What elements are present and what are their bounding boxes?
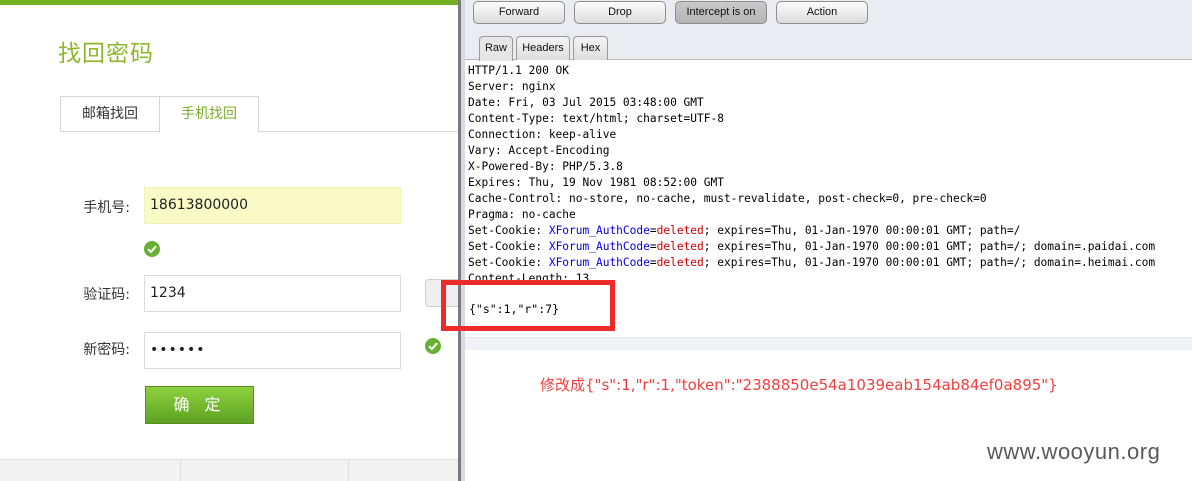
response-line: Cache-Control: no-store, no-cache, must-… [468, 192, 987, 205]
cookie-name: XForum_AuthCode [548, 240, 650, 253]
annotation-note: 修改成{"s":1,"r":1,"token":"2388850e54a1039… [540, 376, 1058, 394]
captcha-label: 验证码: [83, 287, 130, 303]
forward-button[interactable]: Forward [473, 1, 565, 24]
tab-raw[interactable]: Raw [479, 36, 513, 61]
action-button[interactable]: Action [776, 1, 868, 24]
response-line: X-Powered-By: PHP/5.3.8 [468, 160, 623, 173]
response-line: Expires: Thu, 19 Nov 1981 08:52:00 GMT [468, 176, 724, 189]
cookie-value: deleted [656, 240, 704, 253]
cookie-value: deleted [656, 224, 704, 237]
red-highlight-box [441, 280, 615, 331]
confirm-button[interactable]: 确 定 [145, 386, 254, 424]
drop-button[interactable]: Drop [574, 1, 666, 24]
cookie-value: deleted [656, 256, 704, 269]
tab-headers[interactable]: Headers [516, 36, 570, 60]
header-name: Set-Cookie: [468, 256, 549, 269]
top-accent-bar [0, 0, 458, 5]
new-password-input[interactable]: •••••• [144, 332, 401, 369]
response-line: Connection: keep-alive [468, 128, 617, 141]
captcha-input[interactable]: 1234 [144, 275, 401, 312]
response-line: Vary: Accept-Encoding [468, 144, 610, 157]
footer-separator [180, 460, 181, 481]
phone-valid-check-icon [144, 241, 160, 257]
watermark-text: www.wooyun.org [987, 439, 1161, 464]
response-line: Pragma: no-cache [468, 208, 576, 221]
set-cookie-line: Set-Cookie: XForum_AuthCode=deleted; exp… [468, 239, 1155, 255]
phone-label: 手机号: [83, 200, 130, 216]
tab-email-recovery[interactable]: 邮箱找回 [60, 96, 160, 132]
intercept-toggle-button[interactable]: Intercept is on [675, 1, 767, 24]
cookie-eq: = [649, 256, 657, 269]
intercept-toolbar: Forward Drop Intercept is on Action [465, 0, 1192, 30]
set-cookie-line: Set-Cookie: XForum_AuthCode=deleted; exp… [468, 255, 1155, 271]
response-line: Server: nginx [468, 80, 556, 93]
password-recovery-page: 找回密码 邮箱找回 手机找回 手机号: 18613800000 验证码: 123… [0, 0, 458, 481]
message-view-tabs: Raw Headers Hex [465, 30, 1192, 61]
page-title: 找回密码 [58, 41, 154, 67]
cookie-attrs: ; expires=Thu, 01-Jan-1970 00:00:01 GMT;… [703, 224, 1021, 237]
response-line: Content-Type: text/html; charset=UTF-8 [468, 112, 724, 125]
password-label: 新密码: [83, 342, 130, 358]
response-line: HTTP/1.1 200 OK [468, 64, 570, 77]
header-name: Set-Cookie: [468, 240, 549, 253]
tab-phone-recovery[interactable]: 手机找回 [159, 96, 259, 133]
cookie-attrs: ; expires=Thu, 01-Jan-1970 00:00:01 GMT;… [703, 256, 1156, 269]
phone-input[interactable]: 18613800000 [144, 187, 401, 224]
header-name: Set-Cookie: [468, 224, 549, 237]
response-line: Date: Fri, 03 Jul 2015 03:48:00 GMT [468, 96, 704, 109]
cookie-eq: = [649, 224, 657, 237]
cookie-name: XForum_AuthCode [548, 224, 650, 237]
response-text: HTTP/1.1 200 OK Server: nginx Date: Fri, 0… [468, 63, 1155, 281]
cookie-name: XForum_AuthCode [548, 256, 650, 269]
cookie-attrs: ; expires=Thu, 01-Jan-1970 00:00:01 GMT;… [703, 240, 1156, 253]
footer-bar [0, 459, 458, 481]
tab-hex[interactable]: Hex [573, 36, 608, 60]
cookie-eq: = [649, 240, 657, 253]
password-valid-check-icon [425, 338, 441, 354]
horizontal-scrollbar[interactable] [465, 337, 1192, 350]
set-cookie-line: Set-Cookie: XForum_AuthCode=deleted; exp… [468, 223, 1155, 239]
burp-intercept-panel: Forward Drop Intercept is on Action Raw … [465, 0, 1192, 481]
footer-separator [348, 460, 349, 481]
